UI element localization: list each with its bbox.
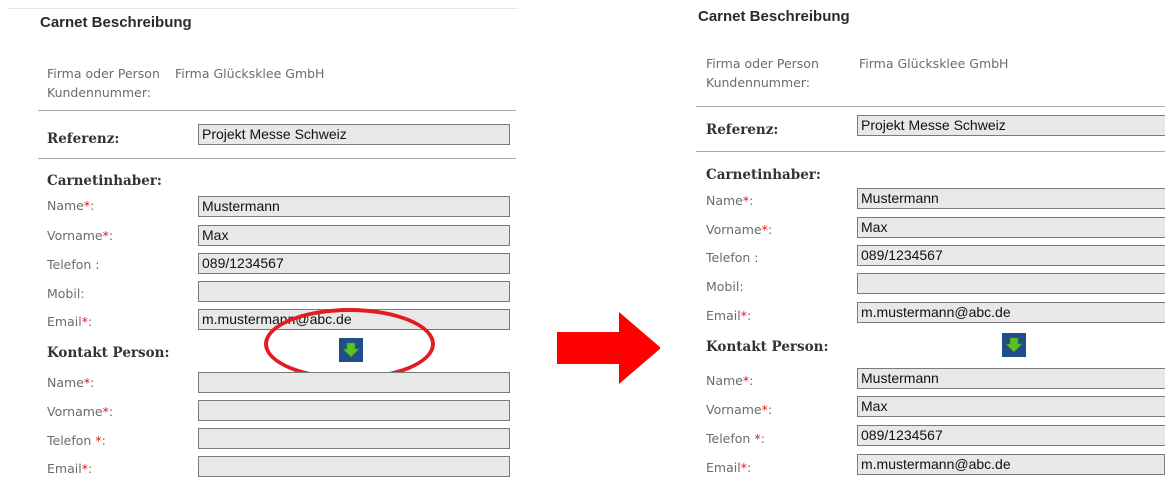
inhaber-mobil-input[interactable] <box>198 281 510 302</box>
firma-label: Firma oder Person <box>706 56 819 71</box>
kundennummer-label: Kundennummer: <box>47 85 151 100</box>
kontakt-name-input[interactable]: Mustermann <box>857 368 1165 389</box>
inhaber-name-input[interactable]: Mustermann <box>198 196 510 217</box>
divider <box>38 158 516 159</box>
kontakt-email-label: Email*: <box>706 460 752 475</box>
divider <box>38 110 516 111</box>
kontakt-name-label: Name*: <box>47 375 95 390</box>
kontakt-vorname-label: Vorname*: <box>47 404 114 419</box>
referenz-label: Referenz: <box>706 122 779 138</box>
telefon-label: Telefon : <box>706 250 759 265</box>
firma-value: Firma Glücksklee GmbH <box>175 66 325 81</box>
divider <box>696 106 1165 107</box>
highlight-ellipse <box>264 308 435 380</box>
referenz-input[interactable]: Projekt Messe Schweiz <box>198 124 510 145</box>
email-label: Email*: <box>47 314 93 329</box>
kontakt-email-input[interactable] <box>198 456 510 477</box>
kontakt-telefon-input[interactable] <box>198 428 510 449</box>
carnetinhaber-title: Carnetinhaber: <box>706 167 821 183</box>
inhaber-vorname-input[interactable]: Max <box>198 225 510 246</box>
kontakt-name-input[interactable] <box>198 372 510 393</box>
form-before-panel: Carnet Beschreibung Firma oder Person Ku… <box>0 0 520 477</box>
kontakt-vorname-input[interactable]: Max <box>857 396 1165 417</box>
firma-label: Firma oder Person <box>47 66 160 81</box>
top-divider <box>8 8 518 9</box>
right-arrow-icon <box>557 312 661 384</box>
inhaber-mobil-input[interactable] <box>857 273 1165 294</box>
inhaber-telefon-input[interactable]: 089/1234567 <box>857 245 1165 266</box>
mobil-label: Mobil: <box>47 286 85 301</box>
kontakt-vorname-label: Vorname*: <box>706 402 773 417</box>
kontakt-name-label: Name*: <box>706 373 754 388</box>
inhaber-email-input[interactable]: m.mustermann@abc.de <box>857 302 1165 323</box>
carnetinhaber-title: Carnetinhaber: <box>47 173 162 189</box>
name-label: Name*: <box>706 193 754 208</box>
kontakt-telefon-input[interactable]: 089/1234567 <box>857 425 1165 446</box>
telefon-label: Telefon : <box>47 257 100 272</box>
kontakt-email-label: Email*: <box>47 461 93 476</box>
inhaber-telefon-input[interactable]: 089/1234567 <box>198 253 510 274</box>
arrow-down-icon <box>1005 337 1023 353</box>
section-title: Carnet Beschreibung <box>698 8 850 25</box>
kundennummer-label: Kundennummer: <box>706 75 810 90</box>
referenz-input[interactable]: Projekt Messe Schweiz <box>857 115 1165 136</box>
kontakt-person-title: Kontakt Person: <box>47 345 170 361</box>
inhaber-name-input[interactable]: Mustermann <box>857 188 1165 209</box>
kontakt-person-title: Kontakt Person: <box>706 339 829 355</box>
section-title: Carnet Beschreibung <box>40 14 192 31</box>
kontakt-telefon-label: Telefon *: <box>47 433 106 448</box>
inhaber-vorname-input[interactable]: Max <box>857 217 1165 238</box>
mobil-label: Mobil: <box>706 279 744 294</box>
referenz-label: Referenz: <box>47 131 120 147</box>
kontakt-vorname-input[interactable] <box>198 400 510 421</box>
vorname-label: Vorname*: <box>706 222 773 237</box>
kontakt-telefon-label: Telefon *: <box>706 431 765 446</box>
divider <box>696 151 1165 152</box>
firma-value: Firma Glücksklee GmbH <box>859 56 1009 71</box>
copy-to-contact-button[interactable] <box>1002 333 1026 357</box>
kontakt-email-input[interactable]: m.mustermann@abc.de <box>857 454 1165 475</box>
email-label: Email*: <box>706 308 752 323</box>
form-after-panel: Carnet Beschreibung Firma oder Person Ku… <box>660 0 1165 476</box>
name-label: Name*: <box>47 198 95 213</box>
vorname-label: Vorname*: <box>47 228 114 243</box>
